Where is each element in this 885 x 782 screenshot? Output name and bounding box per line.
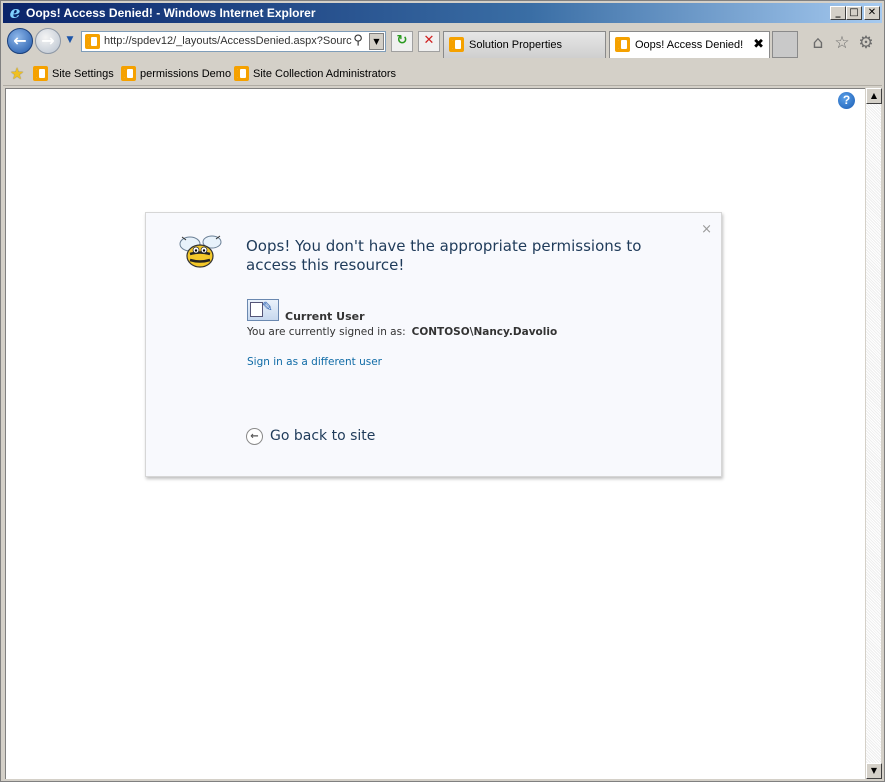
current-user-heading: Current User <box>285 310 365 323</box>
sharepoint-site-icon <box>234 66 249 81</box>
add-favorite-star-icon[interactable]: ★ <box>8 65 26 83</box>
stop-button[interactable]: ✕ <box>418 31 440 52</box>
close-icon[interactable]: × <box>701 222 712 237</box>
address-dropdown-button[interactable]: ▼ <box>369 33 384 50</box>
title-bar: e Oops! Access Denied! - Windows Interne… <box>3 3 882 23</box>
current-user-icon <box>247 299 279 321</box>
close-window-button[interactable]: ✕ <box>864 6 880 20</box>
back-button[interactable]: ← <box>7 28 33 54</box>
tab-label: Oops! Access Denied! <box>635 39 744 51</box>
back-arrow-icon[interactable]: ← <box>246 428 263 445</box>
address-input[interactable]: http://spdev12/_layouts/AccessDenied.asp… <box>104 35 352 47</box>
ie-window: e Oops! Access Denied! - Windows Interne… <box>0 0 885 782</box>
access-denied-dialog: × Oops! You don't have the appropriate p… <box>145 212 722 477</box>
signed-in-user: CONTOSO\Nancy.Davolio <box>411 326 558 338</box>
forward-button[interactable]: → <box>35 28 61 54</box>
bee-icon <box>179 235 222 268</box>
maximize-button[interactable]: □ <box>846 6 862 20</box>
recent-pages-dropdown[interactable]: ▼ <box>65 35 75 45</box>
scroll-down-button[interactable]: ▼ <box>866 763 882 779</box>
go-back-to-site-link[interactable]: Go back to site <box>270 428 375 444</box>
sharepoint-site-icon <box>449 37 464 52</box>
gear-icon[interactable]: ⚙ <box>856 33 876 53</box>
navigation-bar: ← → ▼ http://spdev12/_layouts/AccessDeni… <box>3 25 882 61</box>
new-tab-button[interactable] <box>772 31 798 58</box>
window-title: Oops! Access Denied! - Windows Internet … <box>26 6 316 20</box>
tab-solution-properties[interactable]: Solution Properties <box>443 31 606 58</box>
address-bar[interactable]: http://spdev12/_layouts/AccessDenied.asp… <box>81 31 386 52</box>
sharepoint-site-icon <box>85 34 100 49</box>
page-content: ? × Oops! You don't have the appropriate… <box>5 88 865 779</box>
favorite-label: permissions Demo <box>140 68 232 80</box>
sign-in-different-user-link[interactable]: Sign in as a different user <box>247 356 382 368</box>
signed-in-prefix: You are currently signed in as: <box>247 326 406 338</box>
scroll-up-button[interactable]: ▲ <box>866 88 882 104</box>
window-controls: _ □ ✕ <box>830 6 880 20</box>
sharepoint-site-icon <box>33 66 48 81</box>
favorites-bar: ★ Site Settings permissions Demo Site Co… <box>3 62 882 86</box>
tab-label: Solution Properties <box>469 39 562 51</box>
ie-logo-icon: e <box>9 3 21 23</box>
home-icon[interactable]: ⌂ <box>808 33 828 53</box>
search-icon[interactable]: ⚲ <box>350 33 366 49</box>
vertical-scrollbar[interactable]: ▲ ▼ <box>865 88 882 779</box>
tab-access-denied[interactable]: Oops! Access Denied! ✖ <box>609 31 770 58</box>
favorites-icon[interactable]: ☆ <box>832 33 852 53</box>
favorite-label: Site Settings <box>52 68 114 80</box>
favorite-label: Site Collection Administrators <box>253 68 397 80</box>
minimize-button[interactable]: _ <box>830 6 846 20</box>
close-tab-icon[interactable]: ✖ <box>753 37 764 52</box>
signed-in-line: You are currently signed in as: CONTOSO\N… <box>247 326 557 338</box>
sharepoint-site-icon <box>121 66 136 81</box>
help-icon[interactable]: ? <box>838 92 855 109</box>
dialog-message: Oops! You don't have the appropriate per… <box>246 237 642 274</box>
refresh-button[interactable]: ↻ <box>391 31 413 52</box>
sharepoint-site-icon <box>615 37 630 52</box>
